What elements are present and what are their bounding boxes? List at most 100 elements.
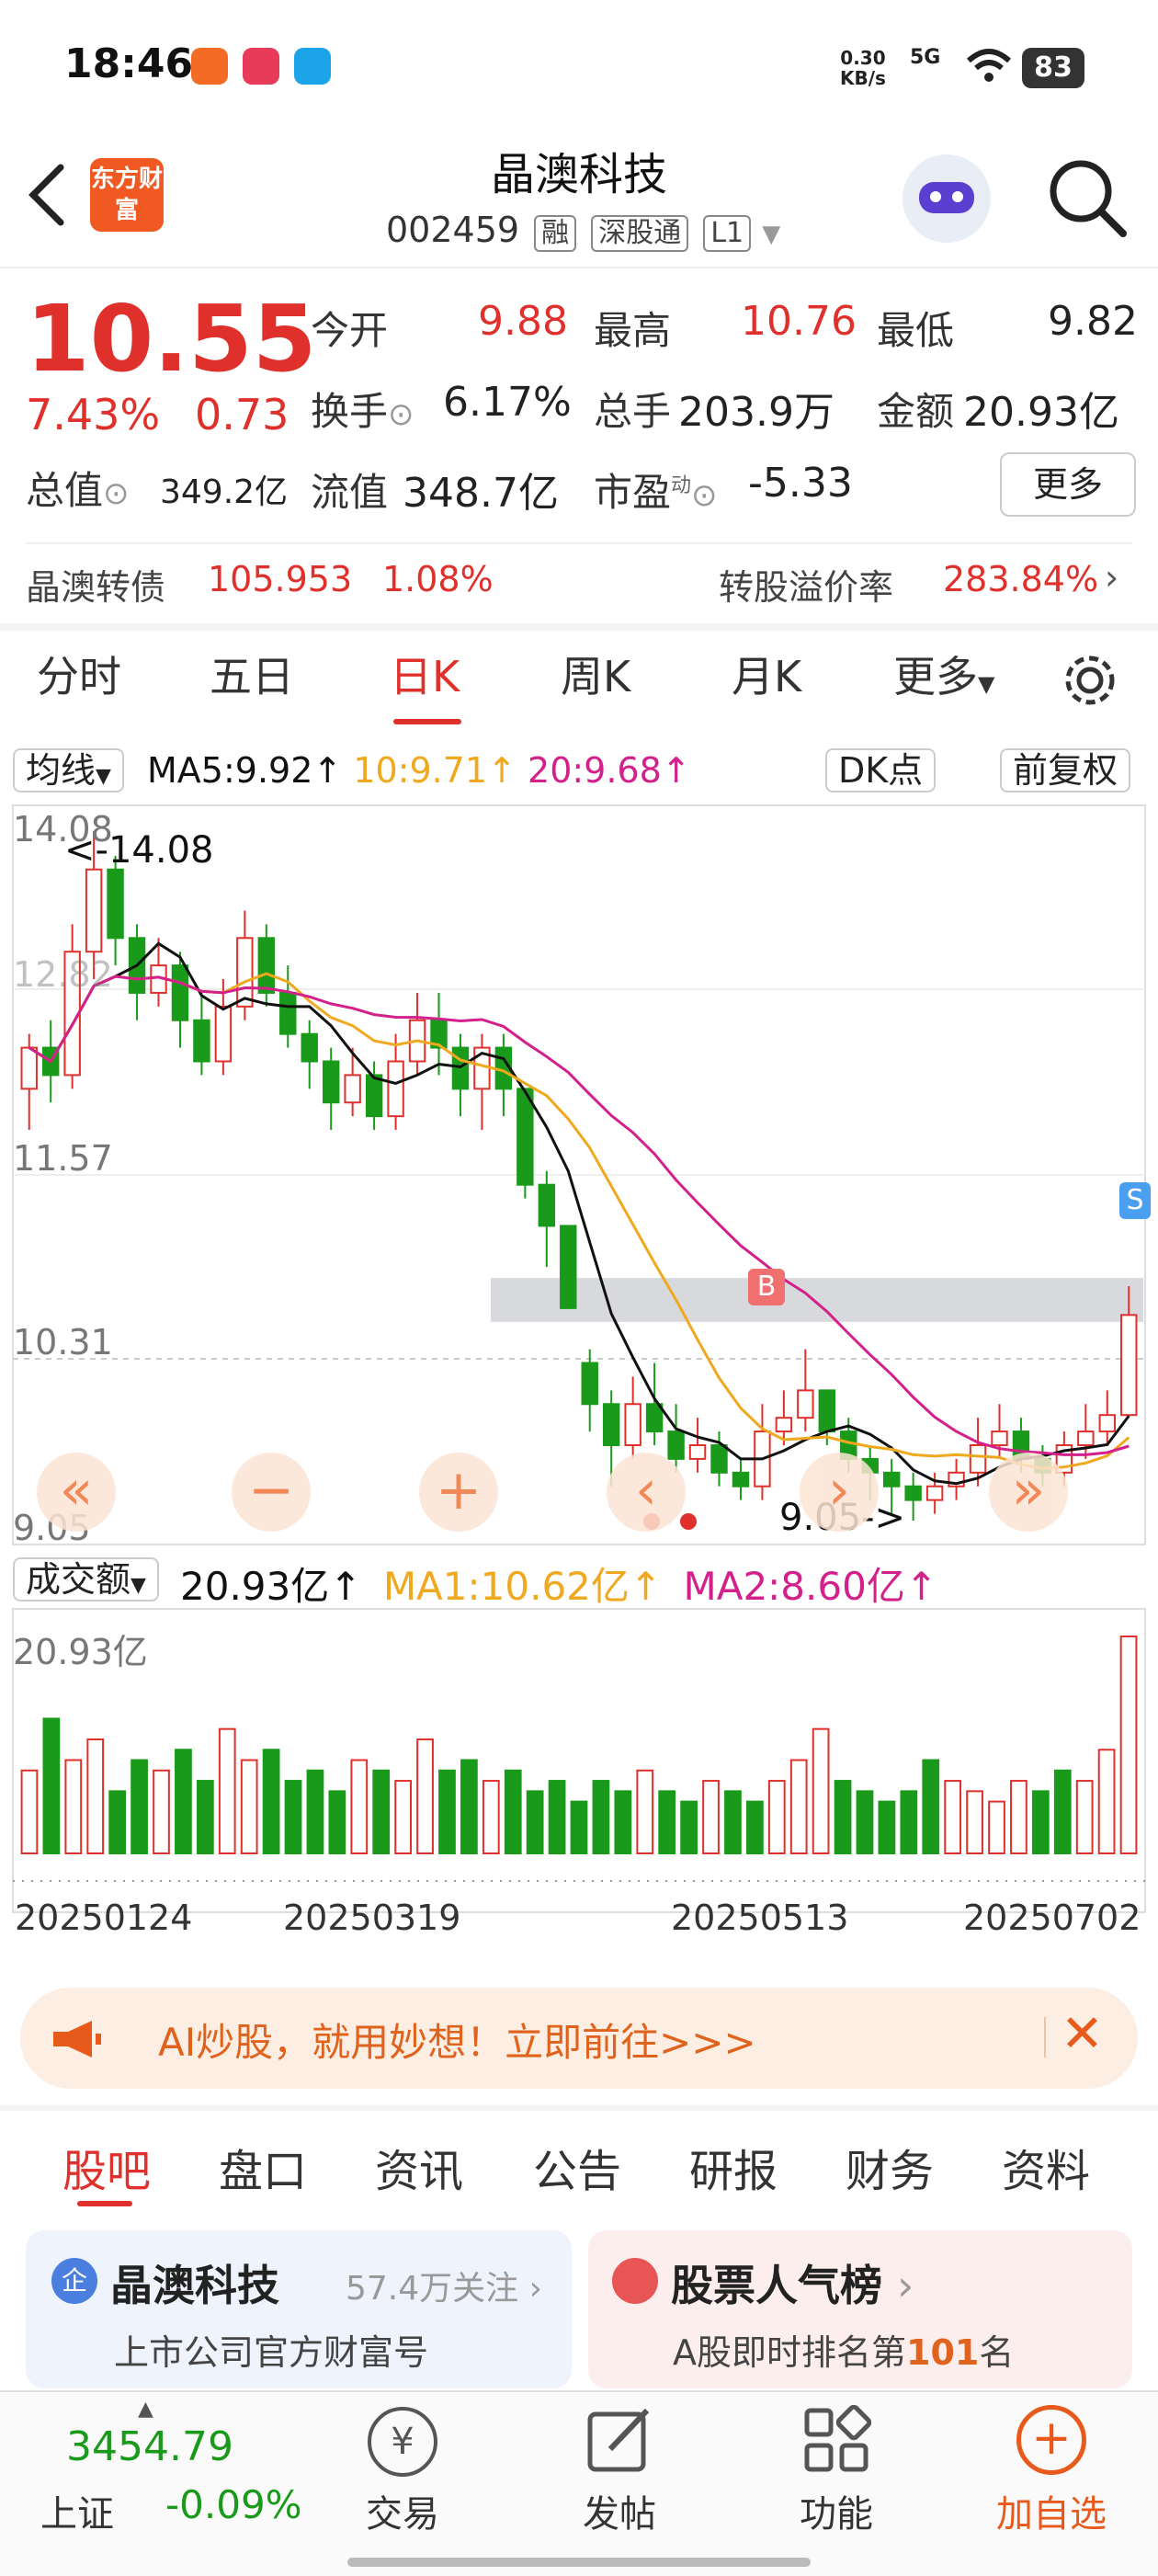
ma10-value: 10:9.71	[353, 750, 488, 791]
robot-assistant-icon[interactable]	[903, 154, 991, 243]
mcap-label: 总值⊙	[26, 468, 130, 513]
tab-orderbook[interactable]: 盘口	[219, 2135, 307, 2199]
candle-body	[581, 1362, 598, 1406]
date-label-2: 20250319	[283, 1898, 461, 1938]
post-edit-icon[interactable]	[585, 2405, 654, 2475]
volume-bar	[658, 1790, 676, 1855]
tab-monthly-k[interactable]: 月K	[732, 644, 801, 704]
active-tab-indicator	[393, 719, 461, 724]
tag-connect: 深股通	[591, 215, 689, 252]
banner-text[interactable]: AI炒股，就用妙想！立即前往>>>	[158, 2012, 756, 2068]
price-band	[491, 1278, 1143, 1322]
nav-add-watchlist[interactable]: 加自选	[978, 2484, 1125, 2537]
candle-body	[193, 1019, 210, 1063]
candle-body	[624, 1403, 641, 1446]
y-label-partial: 12.82	[13, 954, 113, 995]
tab-announcements[interactable]: 公告	[533, 2135, 621, 2199]
volume-indicator-selector[interactable]: 成交额▼	[13, 1557, 159, 1601]
settings-gear-icon[interactable]	[1061, 651, 1119, 710]
functions-grid-icon[interactable]	[801, 2405, 871, 2475]
company-card-title: 晶澳科技	[110, 2261, 279, 2310]
status-time: 18:46	[64, 40, 194, 87]
zoom-in-icon[interactable]: +	[419, 1453, 498, 1532]
kline-chart[interactable]	[0, 804, 1158, 1982]
candle-body	[214, 1005, 233, 1063]
change-amt: 0.73	[195, 390, 290, 439]
nav-functions[interactable]: 功能	[763, 2484, 910, 2537]
dk-point-button[interactable]: DK点	[825, 748, 937, 792]
buy-marker[interactable]: B	[748, 1269, 785, 1305]
info-icon: ⊙	[103, 475, 130, 512]
volume-bar	[922, 1759, 940, 1855]
chevron-right-icon[interactable]: ›	[1105, 557, 1118, 598]
date-label-1: 20250124	[15, 1898, 193, 1938]
volume-bar	[856, 1790, 874, 1855]
tab-news[interactable]: 资讯	[375, 2135, 463, 2199]
float-label: 流值	[311, 470, 389, 515]
close-icon[interactable]: ✕	[1061, 2004, 1104, 2064]
sell-marker[interactable]: S	[1119, 1182, 1151, 1219]
tab-finance[interactable]: 财务	[846, 2135, 934, 2199]
candle-body	[85, 868, 103, 953]
volume-bar	[834, 1780, 852, 1854]
candle-body	[775, 1417, 793, 1433]
wifi-icon	[966, 49, 1012, 82]
more-button[interactable]: 更多	[1000, 452, 1136, 517]
tab-timeshare[interactable]: 分时	[37, 644, 121, 704]
volume-bar	[240, 1759, 258, 1855]
volume-bar	[196, 1780, 214, 1854]
volume-bar	[86, 1738, 105, 1855]
premium-value: 283.84%	[943, 559, 1099, 599]
volume-label: 总手	[594, 389, 672, 434]
y-label-3: 10.31	[13, 1322, 113, 1362]
candle-body	[538, 1183, 556, 1227]
index-value[interactable]: 3454.79	[66, 2423, 233, 2470]
tag-margin: 融	[534, 215, 577, 252]
volume-bar	[592, 1780, 610, 1854]
tab-five-day[interactable]: 五日	[210, 644, 294, 704]
tab-weekly-k[interactable]: 周K	[561, 644, 630, 704]
trade-icon[interactable]: ¥	[368, 2407, 437, 2477]
add-watchlist-icon[interactable]: +	[1016, 2405, 1086, 2475]
ma-selector[interactable]: 均线▼	[13, 748, 124, 792]
step-back-icon[interactable]: ‹	[607, 1453, 686, 1532]
tab-profile[interactable]: 资料	[1002, 2135, 1090, 2199]
chevron-down-icon: ▼	[762, 221, 781, 248]
tab-more[interactable]: 更多▼	[893, 644, 994, 704]
chevron-up-icon[interactable]: ▲	[138, 2398, 153, 2421]
status-bar: 18:46 0.30 KB/s 5G 83	[0, 0, 1158, 138]
bond-name[interactable]: 晶澳转债	[26, 559, 165, 610]
date-label-3: 20250513	[671, 1898, 849, 1938]
candle-body	[667, 1430, 685, 1460]
volume-bar	[570, 1800, 588, 1854]
popularity-card[interactable]: 股票人气榜 › A股即时排名第101名	[588, 2230, 1132, 2388]
volume-bar	[1075, 1780, 1094, 1854]
net-speed: 0.30 KB/s	[840, 47, 886, 89]
high-value: 10.76	[741, 298, 857, 345]
volume-bar	[64, 1759, 83, 1855]
fast-back-icon[interactable]: «	[37, 1453, 116, 1532]
nav-trade[interactable]: 交易	[329, 2484, 476, 2537]
turnover-value: 6.17%	[443, 379, 572, 426]
notification-app-icon	[191, 48, 228, 85]
tab-research[interactable]: 研报	[689, 2135, 778, 2199]
index-name[interactable]: 上证	[40, 2484, 114, 2537]
tab-forum[interactable]: 股吧	[62, 2135, 151, 2199]
company-card[interactable]: 企 晶澳科技 57.4万关注 › 上市公司官方财富号	[26, 2230, 572, 2388]
nav-post[interactable]: 发帖	[546, 2484, 693, 2537]
amount-value: 20.93亿	[963, 389, 1119, 436]
fast-forward-icon[interactable]: »	[989, 1453, 1068, 1532]
volume-bar	[702, 1780, 720, 1854]
step-forward-icon[interactable]: ›	[800, 1453, 879, 1532]
adjust-button[interactable]: 前复权	[1000, 748, 1131, 792]
candle-body	[279, 991, 297, 1035]
search-icon[interactable]	[1046, 156, 1129, 239]
volume-bar	[878, 1800, 896, 1854]
candle-body	[797, 1389, 814, 1419]
home-indicator	[347, 2558, 811, 2567]
stock-code-line[interactable]: 002459 融 深股通 L1 ▼	[386, 210, 780, 252]
zoom-out-icon[interactable]: −	[232, 1453, 311, 1532]
change-pct: 7.43%	[26, 390, 161, 439]
volume-bar	[944, 1780, 962, 1854]
tab-daily-k[interactable]: 日K	[390, 644, 460, 704]
